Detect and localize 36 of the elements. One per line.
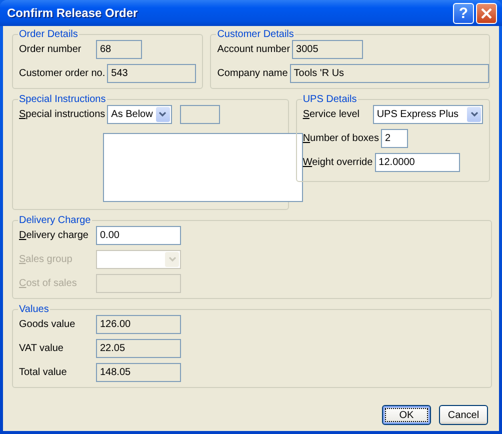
field-label: Sales group xyxy=(19,254,74,265)
readonly-field[interactable]: 3005 xyxy=(292,40,364,59)
field-label: Number of boxes xyxy=(302,133,380,144)
group-title: Special Instructions xyxy=(18,94,107,105)
group-title: Delivery Charge xyxy=(18,215,92,226)
field-label: Special instructions xyxy=(19,109,106,120)
field-label: Weight override xyxy=(302,157,374,168)
readonly-field[interactable]: 543 xyxy=(107,64,196,83)
field-label: Cost of sales xyxy=(19,278,78,289)
service-level-dropdown[interactable]: UPS Express Plus xyxy=(372,105,483,124)
field-label: Company name xyxy=(217,68,289,79)
dialog-button[interactable]: OK xyxy=(382,405,431,425)
group-title: Values xyxy=(18,304,50,315)
input-field[interactable]: 12.0000 xyxy=(374,153,460,172)
dialog-button[interactable]: Cancel xyxy=(439,405,488,425)
help-button[interactable]: ? xyxy=(453,2,474,24)
group-title: UPS Details xyxy=(302,94,358,105)
window-title: Confirm Release Order xyxy=(7,6,139,20)
field-label: VAT value xyxy=(19,343,64,354)
readonly-field[interactable]: 68 xyxy=(96,40,142,59)
field-label: Customer order no. xyxy=(19,68,106,79)
readonly-field[interactable]: 22.05 xyxy=(96,339,181,358)
input-field[interactable]: 0.00 xyxy=(96,226,181,245)
field-label: Service level xyxy=(302,109,361,120)
field-label: Order number xyxy=(19,44,82,55)
field-label: Total value xyxy=(19,367,68,378)
input-field[interactable]: 2 xyxy=(380,129,408,148)
field-label: Goods value xyxy=(19,319,76,330)
readonly-field[interactable]: 148.05 xyxy=(96,363,181,382)
readonly-field[interactable]: 126.00 xyxy=(96,315,181,334)
field-label: Delivery charge xyxy=(19,230,90,241)
field-label: Account number xyxy=(217,44,292,55)
group-title: Customer Details xyxy=(216,29,295,40)
instructions-dropdown[interactable]: As Below xyxy=(107,105,172,124)
readonly-field[interactable]: Tools 'R Us xyxy=(290,64,489,83)
group-title: Order Details xyxy=(18,29,79,40)
